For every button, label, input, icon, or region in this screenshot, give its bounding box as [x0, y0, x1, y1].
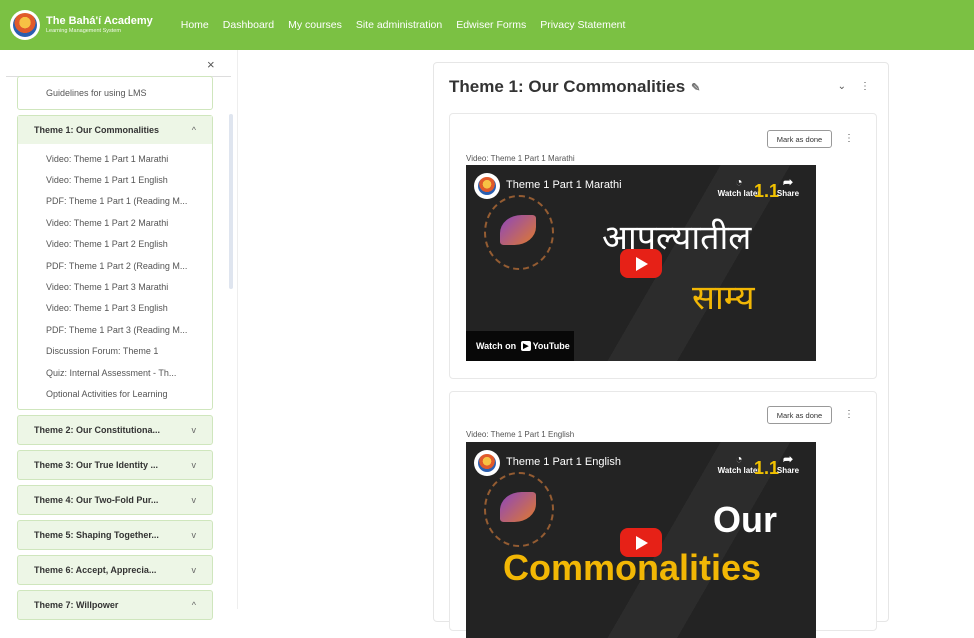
section-heading: Theme 1: Our Commonalities [449, 77, 686, 96]
guidelines-link[interactable]: Guidelines for using LMS [18, 77, 212, 109]
list-item[interactable]: PDF: Theme 1 Part 1 (Reading M... [18, 191, 212, 212]
section-title-label: Theme 2: Our Constitutiona... [34, 424, 161, 435]
section-theme-2[interactable]: Theme 2: Our Constitutiona... v [17, 414, 213, 445]
section-title-label: Theme 1: Our Commonalities [34, 125, 160, 135]
course-index-drawer: × Guidelines for using LMS Theme 1: Our … [0, 50, 238, 620]
nav-my-courses[interactable]: My courses [288, 19, 342, 31]
chevron-down-icon[interactable]: v [192, 460, 197, 470]
nav-home[interactable]: Home [181, 19, 209, 31]
video-title[interactable]: Theme 1 Part 1 English [506, 456, 621, 468]
share-icon: ➦ [782, 452, 794, 466]
academy-emblem [484, 195, 554, 270]
mark-as-done-button[interactable]: Mark as done [767, 130, 832, 148]
activity-card: Mark as done ⋮ Video: Theme 1 Part 1 Eng… [449, 391, 877, 638]
list-item[interactable]: Quiz: Internal Assessment - Th... [18, 362, 212, 383]
section-title-label: Theme 5: Shaping Together... [34, 529, 159, 540]
section-controls: ⌄ ⋮ [838, 81, 870, 92]
brand-subtitle: Learning Management System [46, 28, 121, 34]
drawer-scrollbar[interactable] [229, 114, 233, 289]
watch-on-youtube-button[interactable]: Watch on ▶ YouTube [466, 331, 574, 361]
pencil-icon[interactable]: ✎ [691, 81, 700, 94]
chevron-down-icon[interactable]: v [192, 565, 197, 575]
section-items: Video: Theme 1 Part 1 Marathi Video: The… [18, 144, 212, 409]
kebab-menu-icon[interactable]: ⋮ [844, 133, 854, 144]
channel-avatar[interactable] [474, 450, 500, 476]
nav-edwiser-forms[interactable]: Edwiser Forms [456, 19, 526, 31]
section-card-theme-1: Theme 1: Our Commonalities ✎ ⌄ ⋮ Mark as… [433, 62, 889, 638]
share-icon: ➦ [782, 175, 794, 189]
section-theme-4[interactable]: Theme 4: Our Two-Fold Pur... v [17, 484, 213, 515]
mark-as-done-button[interactable]: Mark as done [767, 406, 832, 424]
section-title-label: Theme 6: Accept, Apprecia... [34, 564, 157, 575]
section-theme-7[interactable]: Theme 7: Willpower ^ [17, 589, 213, 620]
activity-label[interactable]: Video: Theme 1 Part 1 English [466, 430, 574, 439]
list-item[interactable]: Video: Theme 1 Part 3 English [18, 298, 212, 319]
list-item[interactable]: Discussion Forum: Theme 1 [18, 341, 212, 362]
list-item[interactable]: Video: Theme 1 Part 1 English [18, 169, 212, 190]
section-theme-3[interactable]: Theme 3: Our True Identity ... v [17, 449, 213, 480]
chevron-down-icon[interactable]: v [192, 530, 197, 540]
primary-nav: Home Dashboard My courses Site administr… [181, 19, 640, 31]
chevron-down-icon[interactable]: ⌄ [838, 81, 846, 92]
list-item[interactable]: PDF: Theme 1 Part 2 (Reading M... [18, 255, 212, 276]
list-item[interactable]: Video: Theme 1 Part 3 Marathi [18, 276, 212, 297]
top-navbar: The Bahá'í Academy Learning Management S… [0, 0, 974, 50]
course-index: Guidelines for using LMS Theme 1: Our Co… [17, 76, 213, 625]
kebab-menu-icon[interactable]: ⋮ [860, 81, 870, 92]
section-guidelines: Guidelines for using LMS [17, 76, 213, 110]
activity-card: Mark as done ⋮ Video: Theme 1 Part 1 Mar… [449, 113, 877, 379]
academy-logo [10, 10, 40, 40]
list-item[interactable]: Video: Theme 1 Part 2 Marathi [18, 212, 212, 233]
thumbnail-text-2: साम्य [692, 278, 755, 318]
academy-emblem [484, 472, 554, 547]
youtube-play-icon: ▶ [521, 341, 531, 351]
brand-title: The Bahá'í Academy [46, 15, 153, 27]
share-button[interactable]: ➦ Share [770, 175, 806, 198]
chevron-down-icon[interactable]: v [192, 495, 197, 505]
nav-dashboard[interactable]: Dashboard [223, 19, 274, 31]
video-player[interactable]: Theme 1 Part 1 Marathi ◔ Watch later 1.1 … [466, 165, 816, 361]
section-title-label: Theme 3: Our True Identity ... [34, 459, 159, 470]
section-theme-6[interactable]: Theme 6: Accept, Apprecia... v [17, 554, 213, 585]
list-item[interactable]: Optional Activities for Learning [18, 383, 212, 404]
nav-site-administration[interactable]: Site administration [356, 19, 442, 31]
play-icon[interactable] [620, 249, 662, 278]
kebab-menu-icon[interactable]: ⋮ [844, 409, 854, 420]
list-item[interactable]: Video: Theme 1 Part 1 Marathi [18, 148, 212, 169]
list-item[interactable]: Video: Theme 1 Part 2 English [18, 234, 212, 255]
share-button[interactable]: ➦ Share [770, 452, 806, 475]
section-title-theme-1[interactable]: Theme 1: Our Commonalities ^ [18, 116, 212, 144]
thumbnail-text-1: Our [713, 499, 778, 540]
section-title-label: Theme 7: Willpower [34, 599, 119, 610]
close-icon[interactable]: × [207, 57, 215, 72]
page-title: Theme 1: Our Commonalities ✎ [449, 77, 700, 97]
thumbnail-text-2: Commonalities [503, 547, 762, 588]
video-title[interactable]: Theme 1 Part 1 Marathi [506, 179, 622, 191]
chevron-up-icon[interactable]: ^ [192, 125, 196, 135]
section-theme-5[interactable]: Theme 5: Shaping Together... v [17, 519, 213, 550]
activity-label[interactable]: Video: Theme 1 Part 1 Marathi [466, 154, 575, 163]
brand[interactable]: The Bahá'í Academy Learning Management S… [10, 10, 153, 40]
section-theme-1: Theme 1: Our Commonalities ^ Video: Them… [17, 115, 213, 410]
chevron-up-icon[interactable]: ^ [192, 600, 196, 610]
list-item[interactable]: PDF: Theme 1 Part 3 (Reading M... [18, 319, 212, 340]
chevron-down-icon[interactable]: v [192, 425, 197, 435]
section-title-label: Theme 4: Our Two-Fold Pur... [34, 494, 159, 505]
nav-privacy-statement[interactable]: Privacy Statement [540, 19, 625, 31]
channel-avatar[interactable] [474, 173, 500, 199]
